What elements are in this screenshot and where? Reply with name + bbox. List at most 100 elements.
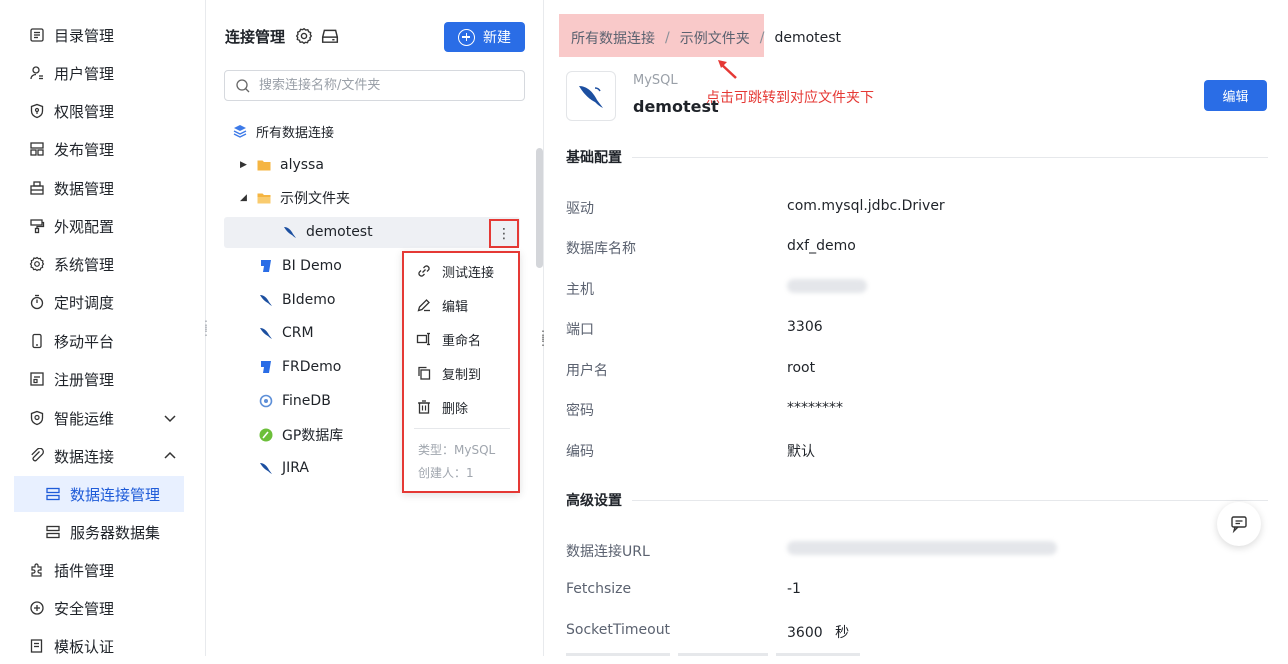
redacted-value xyxy=(787,279,867,293)
field-value: 默认 xyxy=(787,444,815,460)
link-icon xyxy=(418,265,430,277)
tree-root[interactable]: 所有数据连接 xyxy=(232,116,334,146)
menu-item-delete[interactable]: 删除 xyxy=(416,395,468,419)
nav-item-template[interactable]: 模板认证 xyxy=(14,628,184,664)
nav-item-security[interactable]: 安全管理 xyxy=(14,590,184,626)
breadcrumb: 所有数据连接 / 示例文件夹 / demotest xyxy=(571,28,841,48)
breadcrumb-link-folder[interactable]: 示例文件夹 xyxy=(680,28,750,48)
tree-item[interactable]: BIdemo xyxy=(258,285,335,315)
tree-label: JIRA xyxy=(282,460,309,476)
tree-label: 示例文件夹 xyxy=(280,191,350,207)
nav-label: 数据连接管理 xyxy=(70,485,161,504)
caret-right-icon[interactable]: ▶ xyxy=(240,160,250,170)
breadcrumb-separator: / xyxy=(759,30,765,46)
connection-type-info: 类型：MySQL xyxy=(418,443,496,457)
chevron-down-icon[interactable] xyxy=(162,410,178,426)
database-type: MySQL xyxy=(633,73,678,88)
nav-item-schedule[interactable]: 定时调度 xyxy=(14,284,184,320)
menu-label: 删除 xyxy=(442,401,469,417)
nav-label: 智能运维 xyxy=(54,409,115,428)
more-vertical-icon: ⋮ xyxy=(497,225,511,242)
tree-item[interactable]: BI Demo xyxy=(258,251,342,281)
tree-item[interactable]: FineDB xyxy=(258,386,331,416)
menu-item-rename[interactable]: 重命名 xyxy=(416,327,481,351)
nav-item-plugin[interactable]: 插件管理 xyxy=(14,552,184,588)
tree-item[interactable]: JIRA xyxy=(258,453,309,483)
trash-icon xyxy=(418,400,430,414)
search-input[interactable] xyxy=(257,77,507,94)
register-icon xyxy=(28,370,46,388)
tree-item[interactable]: GP数据库 xyxy=(258,420,343,450)
field-value: 3600 秒 xyxy=(787,622,849,642)
field-label: SocketTimeout xyxy=(566,622,671,638)
timer-icon xyxy=(28,293,46,311)
nav-item-system[interactable]: 系统管理 xyxy=(14,246,184,282)
edit-button[interactable]: 编辑 xyxy=(1204,80,1267,111)
nav-item-ops[interactable]: 智能运维 xyxy=(14,400,184,436)
shield-icon xyxy=(28,102,46,120)
nav-item-permission[interactable]: 权限管理 xyxy=(14,93,184,129)
nav-label: 目录管理 xyxy=(54,26,115,45)
nav-item-catalog[interactable]: 目录管理 xyxy=(14,17,184,53)
nav-item-connection-manage[interactable]: 数据连接管理 xyxy=(14,476,184,512)
field-value: com.mysql.jdbc.Driver xyxy=(787,198,945,214)
gear-icon[interactable] xyxy=(295,27,313,45)
tree-label: demotest xyxy=(306,224,373,240)
menu-label: 重命名 xyxy=(442,333,482,349)
nav-item-data[interactable]: 数据管理 xyxy=(14,170,184,206)
annotation-text: 点击可跳转到对应文件夹下 xyxy=(706,90,874,106)
nav-item-publish[interactable]: 发布管理 xyxy=(14,131,184,167)
bi-icon xyxy=(258,258,274,274)
section-advanced: 高级设置 xyxy=(566,490,1268,510)
nav-item-register[interactable]: 注册管理 xyxy=(14,361,184,397)
nav-item-mobile[interactable]: 移动平台 xyxy=(14,323,184,359)
nav-label: 数据连接 xyxy=(54,447,115,466)
nav-item-user[interactable]: 用户管理 xyxy=(14,55,184,91)
nav-label: 移动平台 xyxy=(54,332,115,351)
tree-item-demotest[interactable]: demotest xyxy=(282,217,373,247)
search-box[interactable] xyxy=(224,70,525,101)
tree-item[interactable]: CRM xyxy=(258,318,314,348)
field-value-redacted xyxy=(787,279,867,297)
new-connection-button[interactable]: 新建 xyxy=(444,22,525,52)
connection-tree-panel: 连接管理 新建 所有数据连接 ▶ alyssa ◢ 示例文件夹 demotest… xyxy=(206,0,544,656)
chevron-up-icon[interactable] xyxy=(162,448,178,464)
nav-item-server-dataset[interactable]: 服务器数据集 xyxy=(14,514,184,550)
greenplum-icon xyxy=(258,427,274,443)
caret-down-icon[interactable]: ◢ xyxy=(240,193,250,203)
menu-item-edit[interactable]: 编辑 xyxy=(416,293,468,317)
folder-open-icon xyxy=(256,190,272,206)
nav-label: 模板认证 xyxy=(54,637,115,656)
tree-scrollbar[interactable] xyxy=(536,148,543,268)
nav-item-data-connection[interactable]: 数据连接 xyxy=(14,438,184,474)
field-label: 数据连接URL xyxy=(566,544,650,560)
mobile-icon xyxy=(28,332,46,350)
tree-label: 所有数据连接 xyxy=(256,125,335,141)
drive-icon[interactable] xyxy=(321,27,339,45)
tree-item[interactable]: FRDemo xyxy=(258,352,341,382)
help-chat-button[interactable] xyxy=(1217,502,1261,546)
connection-manage-icon xyxy=(44,485,62,503)
tree-label: GP数据库 xyxy=(282,428,344,444)
nav-label: 插件管理 xyxy=(54,561,115,580)
section-title: 基础配置 xyxy=(566,150,622,166)
menu-item-copy-to[interactable]: 复制到 xyxy=(416,361,481,385)
field-value: root xyxy=(787,360,816,376)
field-value: dxf_demo xyxy=(787,238,856,254)
tree-folder-alyssa[interactable]: ▶ alyssa xyxy=(240,150,324,180)
tree-label: BI Demo xyxy=(282,258,342,274)
nav-label: 定时调度 xyxy=(54,293,115,312)
mysql-logo xyxy=(566,71,616,121)
more-options-button[interactable]: ⋮ xyxy=(489,219,519,248)
layers-icon xyxy=(232,123,248,139)
copy-icon xyxy=(418,366,431,380)
breadcrumb-link-root[interactable]: 所有数据连接 xyxy=(571,28,655,48)
nav-label: 注册管理 xyxy=(54,370,115,389)
field-label: Fetchsize xyxy=(566,581,632,597)
publish-icon xyxy=(28,140,46,158)
nav-item-appearance[interactable]: 外观配置 xyxy=(14,208,184,244)
menu-item-test-connection[interactable]: 测试连接 xyxy=(416,259,494,283)
tree-folder-sample[interactable]: ◢ 示例文件夹 xyxy=(240,183,350,213)
breadcrumb-current: demotest xyxy=(774,30,842,46)
tree-label: FRDemo xyxy=(282,359,342,375)
